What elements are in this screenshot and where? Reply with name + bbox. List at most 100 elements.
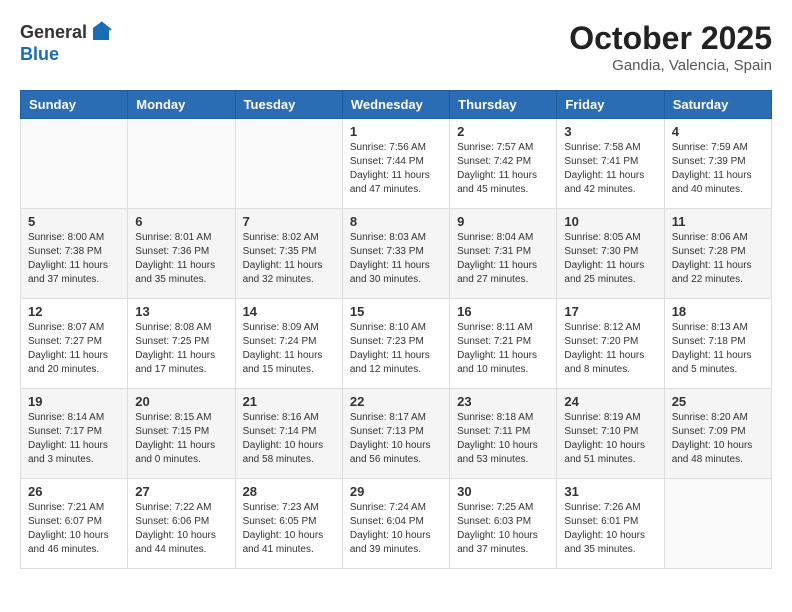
weekday-header: Wednesday [342, 91, 449, 119]
calendar-cell: 31 Sunrise: 7:26 AM Sunset: 6:01 PM Dayli… [557, 479, 664, 569]
day-number: 19 [28, 394, 120, 409]
day-number: 12 [28, 304, 120, 319]
day-number: 29 [350, 484, 442, 499]
calendar-cell: 19 Sunrise: 8:14 AM Sunset: 7:17 PM Dayli… [21, 389, 128, 479]
day-info: Sunrise: 7:21 AM Sunset: 6:07 PM Dayligh… [28, 501, 120, 557]
day-number: 9 [457, 214, 549, 229]
day-number: 17 [564, 304, 656, 319]
day-info: Sunrise: 8:09 AM Sunset: 7:24 PM Dayligh… [243, 321, 335, 377]
day-info: Sunrise: 8:14 AM Sunset: 7:17 PM Dayligh… [28, 411, 120, 467]
calendar-cell: 12 Sunrise: 8:07 AM Sunset: 7:27 PM Dayli… [21, 299, 128, 389]
calendar-week-row: 19 Sunrise: 8:14 AM Sunset: 7:17 PM Dayli… [21, 389, 772, 479]
day-info: Sunrise: 8:04 AM Sunset: 7:31 PM Dayligh… [457, 231, 549, 287]
weekday-header: Monday [128, 91, 235, 119]
page-header: General Blue October 2025 Gandia, Valenc… [20, 20, 772, 74]
day-number: 3 [564, 124, 656, 139]
weekday-header: Tuesday [235, 91, 342, 119]
day-info: Sunrise: 8:01 AM Sunset: 7:36 PM Dayligh… [135, 231, 227, 287]
logo: General Blue [20, 20, 113, 65]
day-info: Sunrise: 7:24 AM Sunset: 6:04 PM Dayligh… [350, 501, 442, 557]
calendar-cell: 25Sunrise: 8:20 AM Sunset: 7:09 PM Dayli… [664, 389, 771, 479]
day-number: 8 [350, 214, 442, 229]
day-number: 4 [672, 124, 764, 139]
day-info: Sunrise: 7:56 AM Sunset: 7:44 PM Dayligh… [350, 141, 442, 197]
day-info: Sunrise: 8:06 AM Sunset: 7:28 PM Dayligh… [672, 231, 764, 287]
calendar-cell: 13 Sunrise: 8:08 AM Sunset: 7:25 PM Dayli… [128, 299, 235, 389]
day-info: Sunrise: 7:23 AM Sunset: 6:05 PM Dayligh… [243, 501, 335, 557]
day-info: Sunrise: 8:03 AM Sunset: 7:33 PM Dayligh… [350, 231, 442, 287]
day-number: 5 [28, 214, 120, 229]
calendar-cell: 9 Sunrise: 8:04 AM Sunset: 7:31 PM Daylig… [450, 209, 557, 299]
calendar-week-row: 5 Sunrise: 8:00 AM Sunset: 7:38 PM Daylig… [21, 209, 772, 299]
calendar-cell: 29 Sunrise: 7:24 AM Sunset: 6:04 PM Dayli… [342, 479, 449, 569]
day-info: Sunrise: 8:00 AM Sunset: 7:38 PM Dayligh… [28, 231, 120, 287]
day-number: 30 [457, 484, 549, 499]
calendar-cell: 15Sunrise: 8:10 AM Sunset: 7:23 PM Dayli… [342, 299, 449, 389]
day-info: Sunrise: 8:17 AM Sunset: 7:13 PM Dayligh… [350, 411, 442, 467]
calendar-cell: 14Sunrise: 8:09 AM Sunset: 7:24 PM Dayli… [235, 299, 342, 389]
calendar-cell: 18 Sunrise: 8:13 AM Sunset: 7:18 PM Dayli… [664, 299, 771, 389]
calendar-cell: 7 Sunrise: 8:02 AM Sunset: 7:35 PM Daylig… [235, 209, 342, 299]
day-info: Sunrise: 8:13 AM Sunset: 7:18 PM Dayligh… [672, 321, 764, 377]
day-number: 10 [564, 214, 656, 229]
day-info: Sunrise: 7:59 AM Sunset: 7:39 PM Dayligh… [672, 141, 764, 197]
weekday-header-row: SundayMondayTuesdayWednesdayThursdayFrid… [21, 91, 772, 119]
calendar-cell: 27Sunrise: 7:22 AM Sunset: 6:06 PM Dayli… [128, 479, 235, 569]
day-number: 18 [672, 304, 764, 319]
calendar-table: SundayMondayTuesdayWednesdayThursdayFrid… [20, 90, 772, 569]
day-number: 7 [243, 214, 335, 229]
day-info: Sunrise: 7:57 AM Sunset: 7:42 PM Dayligh… [457, 141, 549, 197]
day-info: Sunrise: 7:25 AM Sunset: 6:03 PM Dayligh… [457, 501, 549, 557]
calendar-cell: 4 Sunrise: 7:59 AM Sunset: 7:39 PM Daylig… [664, 119, 771, 209]
day-info: Sunrise: 7:26 AM Sunset: 6:01 PM Dayligh… [564, 501, 656, 557]
location: Gandia, Valencia, Spain [569, 57, 772, 74]
day-number: 15 [350, 304, 442, 319]
weekday-header: Sunday [21, 91, 128, 119]
calendar-cell: 2 Sunrise: 7:57 AM Sunset: 7:42 PM Daylig… [450, 119, 557, 209]
day-number: 16 [457, 304, 549, 319]
calendar-cell: 23Sunrise: 8:18 AM Sunset: 7:11 PM Dayli… [450, 389, 557, 479]
calendar-cell [664, 479, 771, 569]
day-number: 24 [564, 394, 656, 409]
day-info: Sunrise: 8:02 AM Sunset: 7:35 PM Dayligh… [243, 231, 335, 287]
month-info: October 2025 Gandia, Valencia, Spain [569, 20, 772, 74]
calendar-cell: 3 Sunrise: 7:58 AM Sunset: 7:41 PM Daylig… [557, 119, 664, 209]
calendar-cell [128, 119, 235, 209]
day-info: Sunrise: 8:11 AM Sunset: 7:21 PM Dayligh… [457, 321, 549, 377]
day-info: Sunrise: 8:16 AM Sunset: 7:14 PM Dayligh… [243, 411, 335, 467]
day-info: Sunrise: 8:12 AM Sunset: 7:20 PM Dayligh… [564, 321, 656, 377]
day-number: 26 [28, 484, 120, 499]
calendar-cell: 20Sunrise: 8:15 AM Sunset: 7:15 PM Dayli… [128, 389, 235, 479]
calendar-cell: 17 Sunrise: 8:12 AM Sunset: 7:20 PM Dayli… [557, 299, 664, 389]
day-number: 31 [564, 484, 656, 499]
calendar-week-row: 12 Sunrise: 8:07 AM Sunset: 7:27 PM Dayli… [21, 299, 772, 389]
calendar-cell: 16 Sunrise: 8:11 AM Sunset: 7:21 PM Dayli… [450, 299, 557, 389]
logo-general: General [20, 22, 87, 43]
day-info: Sunrise: 8:15 AM Sunset: 7:15 PM Dayligh… [135, 411, 227, 467]
calendar-cell: 24 Sunrise: 8:19 AM Sunset: 7:10 PM Dayli… [557, 389, 664, 479]
calendar-week-row: 1 Sunrise: 7:56 AM Sunset: 7:44 PM Daylig… [21, 119, 772, 209]
day-info: Sunrise: 7:58 AM Sunset: 7:41 PM Dayligh… [564, 141, 656, 197]
weekday-header: Saturday [664, 91, 771, 119]
day-number: 25 [672, 394, 764, 409]
calendar-cell: 28Sunrise: 7:23 AM Sunset: 6:05 PM Dayli… [235, 479, 342, 569]
logo-icon [89, 20, 113, 44]
calendar-cell: 8 Sunrise: 8:03 AM Sunset: 7:33 PM Daylig… [342, 209, 449, 299]
calendar-cell: 30 Sunrise: 7:25 AM Sunset: 6:03 PM Dayli… [450, 479, 557, 569]
day-info: Sunrise: 8:19 AM Sunset: 7:10 PM Dayligh… [564, 411, 656, 467]
day-number: 21 [243, 394, 335, 409]
calendar-week-row: 26 Sunrise: 7:21 AM Sunset: 6:07 PM Dayli… [21, 479, 772, 569]
calendar-cell: 22 Sunrise: 8:17 AM Sunset: 7:13 PM Dayli… [342, 389, 449, 479]
day-info: Sunrise: 8:05 AM Sunset: 7:30 PM Dayligh… [564, 231, 656, 287]
day-number: 23 [457, 394, 549, 409]
day-number: 1 [350, 124, 442, 139]
weekday-header: Thursday [450, 91, 557, 119]
day-number: 13 [135, 304, 227, 319]
calendar-cell: 10 Sunrise: 8:05 AM Sunset: 7:30 PM Dayli… [557, 209, 664, 299]
day-number: 22 [350, 394, 442, 409]
calendar-cell [235, 119, 342, 209]
day-info: Sunrise: 8:08 AM Sunset: 7:25 PM Dayligh… [135, 321, 227, 377]
calendar-cell [21, 119, 128, 209]
day-info: Sunrise: 8:07 AM Sunset: 7:27 PM Dayligh… [28, 321, 120, 377]
day-number: 2 [457, 124, 549, 139]
